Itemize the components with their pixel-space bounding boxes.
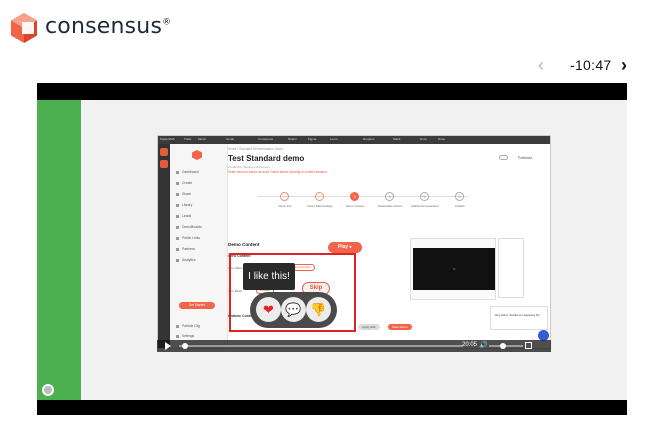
workspace-icon (160, 160, 168, 168)
page-subtitle: Created by Stephen Mortensen (228, 165, 270, 169)
step-marker: 5 (420, 192, 429, 201)
bookmark: Trello (184, 137, 192, 141)
app-rail (158, 144, 170, 348)
bookmark: Mural (198, 137, 206, 141)
sidebar-item: DemoBoards (176, 225, 202, 229)
bookmark: Notion (288, 137, 297, 141)
breadcrumb: Home / Standard Demonstration Demo (228, 147, 284, 151)
stepper-line (258, 196, 468, 197)
bookmark: Drive (438, 137, 446, 141)
heart-icon[interactable]: ❤ (256, 297, 281, 322)
sidebar-item: Library (176, 203, 192, 207)
step-marker: 3 (350, 192, 359, 201)
avatar-icon[interactable] (42, 384, 54, 396)
reaction-tooltip: I like this! (243, 263, 295, 290)
apply-button: Apply Edit (358, 324, 380, 330)
sidebar-item: Public Links (176, 236, 200, 240)
preview-screen: TA (413, 248, 495, 290)
bookmark: Kayla MVA (160, 137, 175, 141)
video-canvas: Kayla MVA Trello Mural Gmail Consensus N… (37, 100, 627, 400)
volume-icon[interactable]: 🔊 (479, 342, 488, 350)
thumbs-down-icon[interactable]: 👎 (306, 297, 331, 322)
seek-bar[interactable] (179, 345, 463, 347)
reaction-bar: ❤ 💬 👎 (250, 292, 337, 328)
browser-bookmarks-bar: Kayla MVA Trello Mural Gmail Consensus N… (158, 136, 550, 144)
chat-popup: Hey there, thanks for stopping by! (490, 306, 548, 330)
published-label: Published (518, 156, 532, 160)
preview-side-panel (498, 238, 524, 298)
sidebar-item: Partners (176, 247, 195, 251)
save-demo-button: Save Demo (388, 324, 412, 330)
section-title: Demo Content (228, 242, 260, 247)
consensus-logo-icon (11, 13, 37, 43)
consensus-logo-icon (192, 150, 202, 160)
bookmark: Consensus (258, 137, 274, 141)
sidebar-item: Leads (176, 214, 191, 218)
app-sidebar: Dashboard Create Share Library Leads Dem… (170, 144, 228, 348)
play-icon[interactable] (165, 342, 171, 350)
get-started-button: Get Started (179, 302, 215, 309)
bookmark: Loom (330, 137, 338, 141)
play-button: Play ▸ (328, 242, 362, 253)
volume-slider[interactable] (489, 345, 523, 347)
step-marker: ✓ (280, 192, 289, 201)
video-preview: TA (410, 238, 496, 300)
step-label: Additional Interactions (411, 204, 439, 208)
step-label: Stakeholder Actions (377, 204, 403, 208)
chevron-right-icon[interactable]: › (621, 56, 635, 74)
brand-name: consensus® (45, 14, 172, 39)
bookmark: Figma (308, 137, 317, 141)
fullscreen-icon[interactable] (525, 342, 532, 349)
step-marker: 4 (385, 192, 394, 201)
sidebar-item: Analytics (176, 258, 196, 262)
bookmark: Gmail (226, 137, 234, 141)
step-marker: ✓ (315, 192, 324, 201)
time-remaining: -10:47 (570, 57, 612, 73)
sidebar-item: Share (176, 192, 191, 196)
page-title: Test Standard demo (228, 154, 305, 163)
step-label: Finalize (455, 204, 465, 208)
sidebar-footer-item: Settings (176, 334, 194, 338)
sidebar-item: Create (176, 181, 192, 185)
step-label: Demo Content (345, 204, 365, 208)
video-time: 20:05 (462, 342, 478, 348)
green-side-panel (37, 100, 81, 400)
player-controls: 20:05 🔊 (157, 340, 551, 352)
chat-bubble-icon[interactable]: 💬 (281, 297, 306, 322)
bookmark: Slack (393, 137, 401, 141)
draft-warning: Draft: demo is saved as draft. Demo befo… (228, 170, 328, 174)
chevron-left-icon[interactable]: ‹ (538, 56, 552, 74)
published-toggle (499, 155, 508, 160)
workspace-icon (160, 148, 168, 156)
sidebar-item: Dashboard (176, 170, 199, 174)
video-player[interactable]: Kayla MVA Trello Mural Gmail Consensus N… (37, 83, 627, 415)
bookmark: Docs (420, 137, 427, 141)
volume-handle[interactable] (499, 343, 506, 349)
bookmark: Dropbox (363, 137, 375, 141)
sidebar-footer-item: Particle Org (176, 324, 200, 328)
step-marker: 6 (455, 192, 464, 201)
step-label: Demo Data Settings (307, 204, 333, 208)
seek-handle[interactable] (181, 343, 188, 349)
page: consensus® ‹ -10:47 › Kayla MVA Trello M… (0, 0, 670, 432)
step-label: Demo Info (278, 204, 292, 208)
